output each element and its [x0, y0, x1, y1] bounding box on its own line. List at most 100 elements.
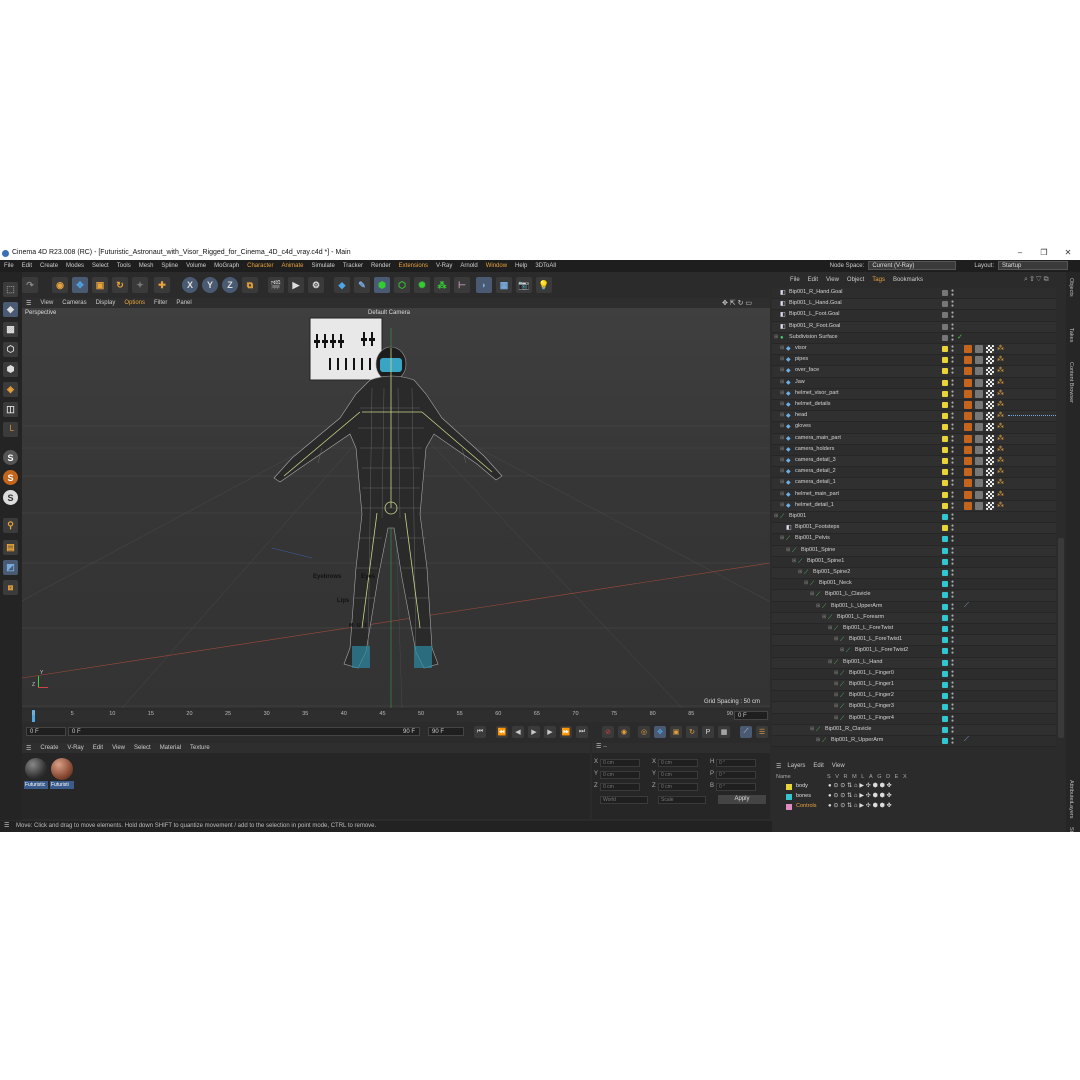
rotate-tool-icon[interactable]: ↻ [112, 277, 128, 293]
locked-workplane-icon[interactable]: ◩ [3, 560, 18, 575]
expand-toggle-icon[interactable]: ⊞ [780, 390, 784, 396]
camera-icon[interactable]: 📷 [516, 277, 532, 293]
expand-toggle-icon[interactable]: ⊞ [834, 692, 838, 698]
object-row-gloves[interactable]: ⊞ ◆ gloves ● ● ⁂ [772, 422, 1056, 434]
expand-toggle-icon[interactable]: ⊞ [774, 334, 778, 340]
layer-color-tag[interactable] [942, 480, 948, 487]
visibility-dots-icon[interactable]: ● ● [951, 613, 954, 622]
x-axis-icon[interactable]: X [182, 277, 198, 293]
menu-help[interactable]: Help [515, 263, 527, 269]
visibility-dots-icon[interactable]: ● ● [951, 345, 954, 354]
side-tab-content-browser[interactable]: Content Browser [1068, 362, 1074, 403]
texture-tag-icon[interactable] [986, 401, 994, 409]
layer-menu-icon[interactable]: ☰ [776, 763, 781, 770]
minimize-button[interactable]: – [1008, 246, 1032, 260]
workplane-snap-icon[interactable]: S [3, 490, 18, 505]
mograph-icon[interactable]: ⁂ [434, 277, 450, 293]
object-row-bip001-spine2[interactable]: ⊞ ⟋ Bip001_Spine2 ● ● [772, 568, 1056, 580]
ik-tag-icon[interactable]: ⟋ [964, 736, 969, 744]
layer-color-tag[interactable] [942, 491, 948, 498]
viewport-nav-icons[interactable]: ✥ ⇱ ↻ ▭ [722, 299, 752, 307]
menu-spline[interactable]: Spline [161, 263, 178, 269]
floor-icon[interactable]: ◗ [476, 277, 492, 293]
material-slot[interactable]: Futuristic [24, 757, 48, 789]
uv-mode-icon[interactable]: ◫ [3, 402, 18, 417]
layer-color-tag[interactable] [942, 536, 948, 543]
object-row-camera-detail-3[interactable]: ⊞ ◆ camera_detail_3 ● ● ⁂ [772, 456, 1056, 468]
menu-select[interactable]: Select [92, 263, 109, 269]
morph-tags-icons[interactable] [1008, 415, 1056, 417]
object-row-bip001-l-clavicle[interactable]: ⊞ ⟋ Bip001_L_Clavicle ● ● [772, 590, 1056, 602]
key-rotation-icon[interactable]: ↻ [686, 726, 698, 738]
layer-color-tag[interactable] [942, 424, 948, 431]
menu-edit[interactable]: Edit [22, 263, 32, 269]
workplane-icon[interactable]: ▤ [3, 540, 18, 555]
layer-color-tag[interactable] [942, 446, 948, 453]
visibility-dots-icon[interactable]: ● ● [951, 692, 954, 701]
object-row-bip001-l-foot-goal[interactable]: ◧ Bip001_L_Foot.Goal ● ● [772, 310, 1056, 322]
magnet-icon[interactable]: ⚲ [3, 518, 18, 533]
side-tab-attributes[interactable]: Attributes [1068, 780, 1074, 803]
visibility-dots-icon[interactable]: ● ● [951, 636, 954, 645]
object-row-camera-detail-1[interactable]: ⊞ ◆ camera_detail_1 ● ● ⁂ [772, 478, 1056, 490]
layer-color-tag[interactable] [942, 458, 948, 464]
layer-color-swatch[interactable] [786, 794, 792, 800]
viewport-menu-cameras[interactable]: Cameras [62, 300, 86, 306]
weight-tag-icon[interactable]: ⁂ [997, 355, 1004, 363]
status-menu-icon[interactable]: ☰ [4, 821, 9, 832]
weight-tag-icon[interactable]: ⁂ [997, 456, 1004, 464]
visibility-dots-icon[interactable]: ● ● [951, 725, 954, 734]
expand-toggle-icon[interactable]: ⊞ [780, 502, 784, 508]
layer-color-tag[interactable] [942, 704, 948, 711]
weight-tag-icon[interactable]: ⁂ [997, 490, 1004, 498]
vray-tag-icon[interactable] [964, 356, 972, 365]
layer-color-tag[interactable] [942, 614, 948, 621]
coordinate-mode-dropdown[interactable]: World [600, 796, 648, 804]
layer-color-tag[interactable] [942, 738, 948, 744]
texture-tag-icon[interactable] [986, 412, 994, 421]
visibility-dots-icon[interactable]: ● ● [951, 356, 954, 365]
menu-v-ray[interactable]: V-Ray [436, 263, 452, 269]
layer-color-swatch[interactable] [786, 804, 792, 810]
menu-modes[interactable]: Modes [66, 263, 84, 269]
expand-toggle-icon[interactable]: ⊞ [780, 457, 784, 463]
expand-toggle-icon[interactable]: ⊞ [780, 535, 784, 541]
expand-toggle-icon[interactable]: ⊞ [780, 468, 784, 474]
material-menu-create[interactable]: Create [40, 745, 58, 751]
render-settings-icon[interactable]: ⚙ [308, 277, 324, 293]
key-parameter-icon[interactable]: P [702, 726, 714, 738]
visibility-dots-icon[interactable]: ● ● [951, 311, 954, 320]
visibility-dots-icon[interactable]: ● ● [951, 557, 954, 566]
viewport-menu-icon[interactable]: ☰ [26, 300, 31, 307]
expand-toggle-icon[interactable]: ⊞ [780, 345, 784, 351]
layer-color-tag[interactable] [942, 592, 948, 599]
material-menu-select[interactable]: Select [134, 745, 151, 751]
object-row-bip001-l-finger3[interactable]: ⊞ ⟋ Bip001_L_Finger3 ● ● [772, 702, 1056, 714]
visibility-dots-icon[interactable]: ● ● [951, 289, 954, 298]
material-menu-v-ray[interactable]: V-Ray [67, 745, 83, 751]
object-row-bip001-l-upperarm[interactable]: ⊞ ⟋ Bip001_L_UpperArm ● ● ⟋ [772, 601, 1056, 613]
object-row-bip001-r-clavicle[interactable]: ⊞ ⟋ Bip001_R_Clavicle ● ● [772, 724, 1056, 736]
expand-toggle-icon[interactable]: ⊞ [792, 558, 796, 564]
texture-tag-icon[interactable] [986, 468, 994, 477]
rot-h-field[interactable]: 0 ° [716, 759, 756, 767]
environment-icon[interactable]: ▦ [496, 277, 512, 293]
object-row-bip001-l-foretwist1[interactable]: ⊞ ⟋ Bip001_L_ForeTwist1 ● ● [772, 635, 1056, 647]
visibility-dots-icon[interactable]: ● ● [951, 434, 954, 443]
weight-tag-icon[interactable]: ⁂ [997, 344, 1004, 352]
key-scale-icon[interactable]: ▣ [670, 726, 682, 738]
expand-toggle-icon[interactable]: ⊞ [774, 513, 778, 519]
go-to-start-icon[interactable]: ⏮ [474, 726, 486, 738]
expand-toggle-icon[interactable]: ⊞ [804, 580, 808, 586]
weight-tag-icon[interactable]: ⁂ [997, 434, 1004, 442]
material-menu-view[interactable]: View [112, 745, 125, 751]
weight-tag-icon[interactable]: ⁂ [997, 501, 1004, 509]
go-to-end-icon[interactable]: ⏭ [576, 726, 588, 738]
layer-color-tag[interactable] [942, 368, 948, 375]
object-row-bip001-l-hand-goal[interactable]: ◧ Bip001_L_Hand.Goal ● ● [772, 299, 1056, 311]
recent-tools-icon[interactable]: ✦ [132, 277, 148, 293]
visibility-dots-icon[interactable]: ● ● [951, 389, 954, 398]
object-row-visor[interactable]: ⊞ ◆ visor ● ● ⁂ [772, 344, 1056, 356]
vray-tag-icon[interactable] [964, 445, 972, 454]
layer-color-tag[interactable] [942, 514, 948, 520]
